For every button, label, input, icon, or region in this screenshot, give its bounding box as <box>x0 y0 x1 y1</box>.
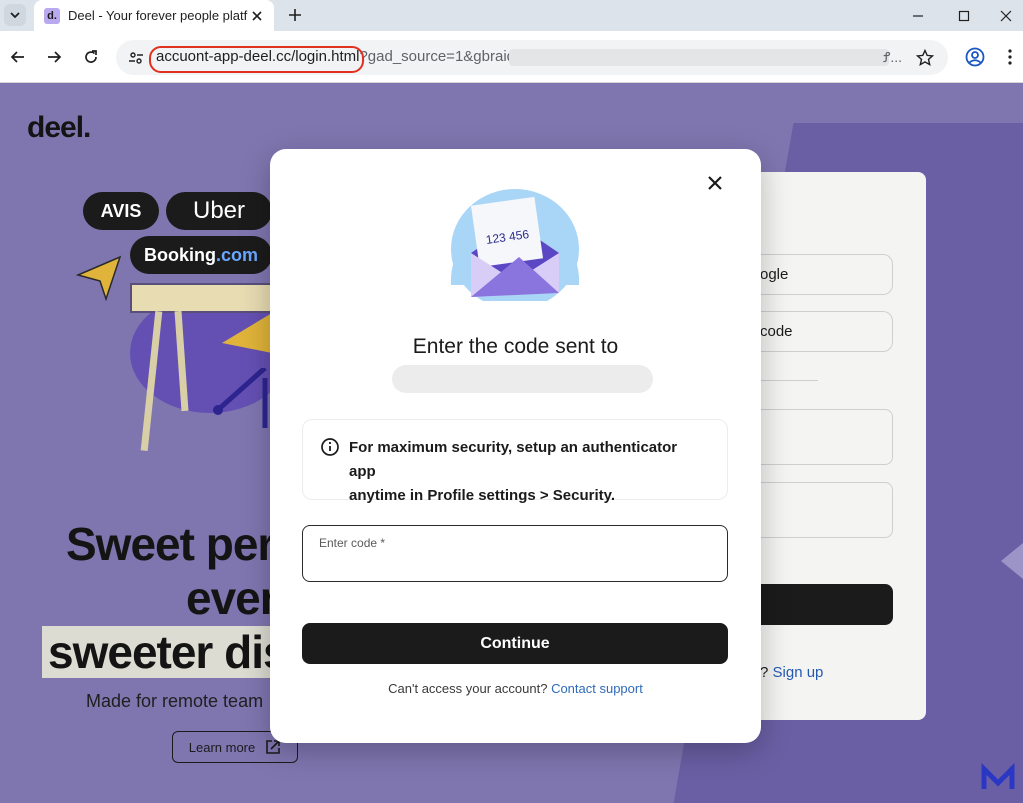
code-field-label: Enter code * <box>319 536 386 550</box>
brand-booking-tld: .com <box>215 244 258 265</box>
deel-favicon-icon: d. <box>44 7 60 24</box>
close-icon <box>252 10 262 21</box>
login-button[interactable] <box>740 584 893 625</box>
info-icon <box>321 438 339 456</box>
url-ellipsis: Ꝭ... <box>883 49 902 65</box>
minimize-button[interactable] <box>895 0 941 31</box>
signup-line: ? Sign up <box>760 664 823 681</box>
illustration-chair <box>213 368 268 428</box>
browser-tab[interactable]: d. Deel - Your forever people platf <box>34 0 274 31</box>
chevron-down-icon <box>10 12 20 19</box>
account-icon <box>965 47 985 67</box>
minimize-icon <box>913 14 923 17</box>
brand-avis: AVIS <box>83 192 159 230</box>
signup-link[interactable]: Sign up <box>773 664 824 681</box>
plus-icon <box>289 9 301 21</box>
window-close-button[interactable] <box>988 0 1023 31</box>
brand-booking-name: Booking <box>143 244 216 265</box>
code-login-label: code <box>760 323 793 340</box>
google-login-label: ogle <box>760 266 789 283</box>
modal-close-button[interactable] <box>703 171 727 195</box>
bookmark-button[interactable] <box>914 47 936 69</box>
google-login-button[interactable]: ogle <box>740 254 893 295</box>
forward-button[interactable] <box>41 44 67 70</box>
profile-button[interactable] <box>962 44 988 70</box>
signup-prefix: ? <box>760 664 773 681</box>
contact-support-link[interactable]: Contact support <box>551 681 643 696</box>
browser-toolbar: accuont-app-deel.cc/login.html?gad_sourc… <box>0 31 1023 83</box>
hero-line-3: sweeter dis <box>42 625 294 679</box>
hero-line-1: Sweet per <box>66 518 275 570</box>
url-redacted <box>509 49 889 66</box>
tab-strip: d. Deel - Your forever people platf <box>0 0 1023 31</box>
tab-close-button[interactable] <box>248 7 266 25</box>
reload-button[interactable] <box>78 44 104 70</box>
brand-uber: Uber <box>166 192 272 230</box>
reload-icon <box>85 50 97 63</box>
cursor-arrow-icon <box>76 255 122 302</box>
info-text-line-1: For maximum security, setup an authentic… <box>349 439 678 480</box>
envelope-code-icon: 123 456 <box>450 189 579 301</box>
url-query: ?gad_source=1&gbraid= <box>359 48 524 65</box>
support-line: Can't access your account? Contact suppo… <box>270 681 761 696</box>
support-text: Can't access your account? <box>388 681 548 696</box>
email-redacted <box>392 365 653 393</box>
security-info-box: For maximum security, setup an authentic… <box>302 419 728 504</box>
verification-modal: 123 456 Enter the code sent to For maxim… <box>270 149 761 743</box>
login-card-background: ogle code ? Sign up <box>740 172 926 720</box>
more-vert-icon <box>1008 49 1012 65</box>
url-highlight-annotation <box>149 46 364 73</box>
extension-logo-icon <box>981 763 1015 789</box>
divider <box>760 380 818 381</box>
site-info-button[interactable] <box>124 46 148 70</box>
tune-icon <box>129 52 143 64</box>
brand-booking: Booking .com <box>130 236 272 274</box>
new-tab-button[interactable] <box>284 4 306 26</box>
maximize-icon <box>958 10 970 21</box>
tab-search-button[interactable] <box>4 4 26 26</box>
code-login-button[interactable]: code <box>740 311 893 352</box>
close-icon <box>1000 10 1011 21</box>
code-field[interactable]: Enter code * <box>302 525 728 582</box>
close-icon <box>708 176 722 190</box>
back-button[interactable] <box>5 44 31 70</box>
hero-highlight: sweeter dis <box>42 626 294 678</box>
hero-subtitle: Made for remote team <box>86 691 264 711</box>
password-input[interactable] <box>740 482 893 538</box>
deel-logo: deel. <box>27 111 91 144</box>
star-icon <box>916 49 934 67</box>
arrow-right-icon <box>48 51 62 63</box>
hero-line-2: ever <box>186 572 278 624</box>
illustration-shape <box>222 313 272 353</box>
maximize-button[interactable] <box>941 0 987 31</box>
browser-menu-button[interactable] <box>1000 44 1020 70</box>
modal-title: Enter the code sent to <box>412 335 619 358</box>
tab-title: Deel - Your forever people platf <box>68 8 248 23</box>
email-input[interactable] <box>740 409 893 465</box>
carousel-arrow[interactable] <box>1001 543 1023 579</box>
info-text-line-2: anytime in Profile settings > Security. <box>349 487 616 504</box>
code-input[interactable] <box>318 552 713 576</box>
arrow-left-icon <box>10 51 24 63</box>
continue-button[interactable]: Continue <box>302 623 728 664</box>
learn-more-label: Learn more <box>188 739 256 755</box>
